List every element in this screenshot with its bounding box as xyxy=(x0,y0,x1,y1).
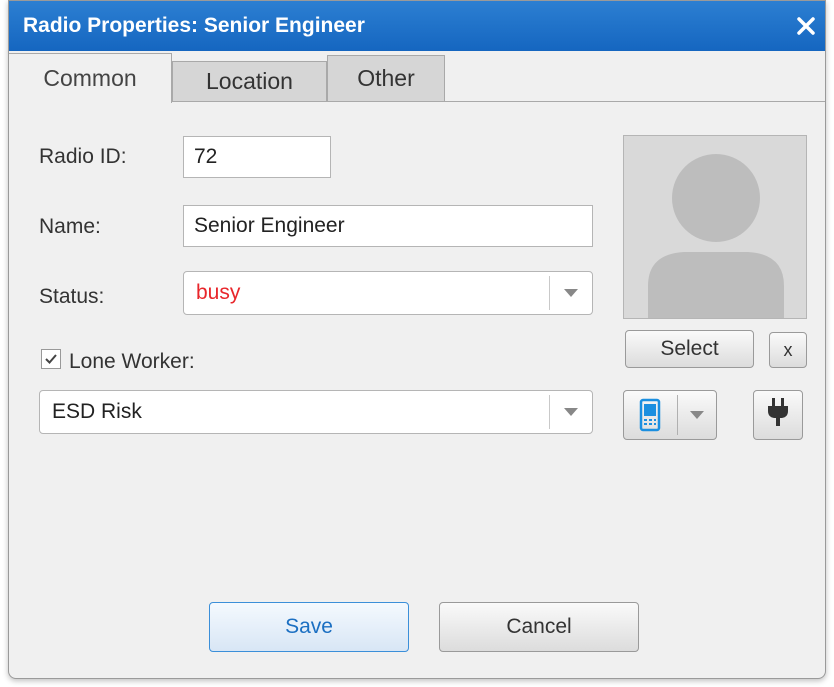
status-dropdown[interactable]: busy xyxy=(183,271,593,315)
lone-worker-checkbox[interactable] xyxy=(41,349,61,369)
lone-worker-value: ESD Risk xyxy=(52,400,142,423)
device-type-button[interactable] xyxy=(623,390,717,440)
tab-strip: Common Location Other xyxy=(9,51,825,103)
name-field[interactable]: Senior Engineer xyxy=(183,205,593,247)
chevron-down-icon xyxy=(564,289,578,297)
name-label: Name: xyxy=(39,215,101,238)
plug-icon xyxy=(767,397,789,433)
mobile-radio-icon xyxy=(624,391,676,439)
close-icon[interactable] xyxy=(791,11,821,41)
checkmark-icon xyxy=(45,354,57,364)
lone-worker-label: Lone Worker: xyxy=(69,350,195,373)
select-photo-button[interactable]: Select xyxy=(625,330,754,368)
user-silhouette-icon xyxy=(648,154,784,318)
radio-id-field[interactable]: 72 xyxy=(183,136,331,178)
tab-other[interactable]: Other xyxy=(327,55,445,101)
tab-location[interactable]: Location xyxy=(172,61,327,101)
chevron-down-icon xyxy=(564,408,578,416)
status-value: busy xyxy=(196,281,241,304)
connection-button[interactable] xyxy=(753,390,803,440)
save-button[interactable]: Save xyxy=(209,602,409,652)
lone-worker-dropdown[interactable]: ESD Risk xyxy=(39,390,593,434)
title-bar: Radio Properties: Senior Engineer xyxy=(9,1,825,51)
avatar xyxy=(623,135,807,319)
chevron-down-icon xyxy=(690,411,704,419)
radio-properties-dialog: Radio Properties: Senior Engineer Common… xyxy=(8,0,826,679)
radio-id-label: Radio ID: xyxy=(39,145,127,168)
tab-common[interactable]: Common xyxy=(9,53,172,103)
clear-photo-button[interactable]: x xyxy=(769,332,807,368)
window-title: Radio Properties: Senior Engineer xyxy=(23,14,365,37)
cancel-button[interactable]: Cancel xyxy=(439,602,639,652)
status-label: Status: xyxy=(39,285,105,308)
